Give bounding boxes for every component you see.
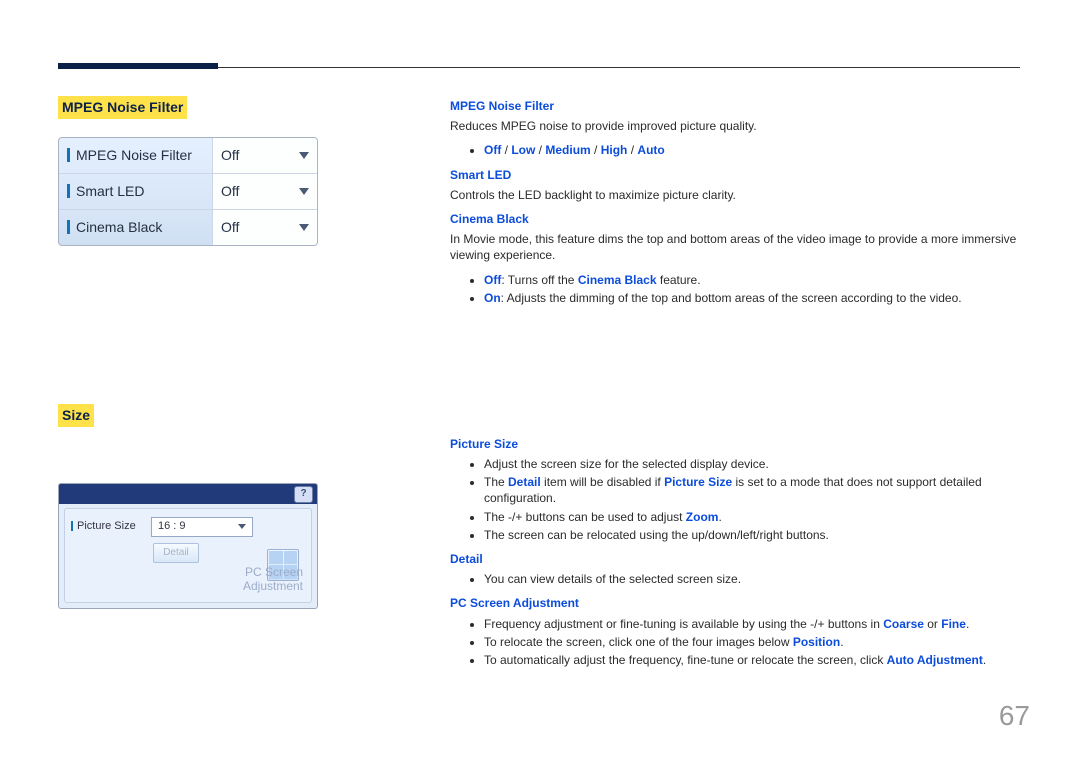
- header-accent: [58, 63, 218, 69]
- pc-screen-adjustment-label: PC ScreenAdjustment: [243, 565, 303, 594]
- body-text: Controls the LED backlight to maximize p…: [450, 187, 1020, 203]
- osd-panel-size: ? Picture Size 16 : 9 Detail PC ScreenAd…: [58, 483, 318, 609]
- options-list: Off / Low / Medium / High / Auto: [450, 142, 1020, 158]
- section-heading-size: Size: [58, 404, 94, 427]
- heading-smart-led: Smart LED: [450, 167, 1020, 183]
- help-icon[interactable]: ?: [294, 486, 313, 503]
- mpeg-noise-filter-dropdown[interactable]: Off: [212, 138, 317, 173]
- list-item: To relocate the screen, click one of the…: [484, 634, 1020, 650]
- osd-row: MPEG Noise Filter Off: [59, 138, 317, 173]
- indicator-icon: [67, 184, 70, 198]
- chevron-down-icon: [299, 188, 309, 195]
- chevron-down-icon: [299, 224, 309, 231]
- right-column: MPEG Noise Filter Reduces MPEG noise to …: [450, 58, 1020, 676]
- bullet-list: Frequency adjustment or fine-tuning is a…: [450, 616, 1020, 669]
- section-heading-mpeg: MPEG Noise Filter: [58, 96, 187, 119]
- chevron-down-icon: [299, 152, 309, 159]
- heading-mpeg-noise-filter: MPEG Noise Filter: [450, 98, 1020, 114]
- list-item: Off: Turns off the Cinema Black feature.: [484, 272, 1020, 288]
- detail-button[interactable]: Detail: [153, 543, 199, 563]
- list-item: Frequency adjustment or fine-tuning is a…: [484, 616, 1020, 632]
- list-item: The -/+ buttons can be used to adjust Zo…: [484, 509, 1020, 525]
- bullet-list: You can view details of the selected scr…: [450, 571, 1020, 587]
- osd-row-label: Smart LED: [59, 174, 212, 209]
- osd-row-label: Cinema Black: [59, 210, 212, 245]
- osd-panel-mpeg: MPEG Noise Filter Off Smart LED Off Cine…: [58, 137, 318, 246]
- indicator-icon: [71, 521, 73, 531]
- cinema-black-dropdown[interactable]: Off: [212, 210, 317, 245]
- options-list: Off: Turns off the Cinema Black feature.…: [450, 272, 1020, 306]
- page-number: 67: [999, 697, 1030, 735]
- picture-size-dropdown[interactable]: 16 : 9: [151, 517, 253, 537]
- body-text: Reduces MPEG noise to provide improved p…: [450, 118, 1020, 134]
- list-item: To automatically adjust the frequency, f…: [484, 652, 1020, 668]
- bullet-list: Adjust the screen size for the selected …: [450, 456, 1020, 543]
- left-column: MPEG Noise Filter MPEG Noise Filter Off …: [58, 58, 378, 609]
- osd-row: Cinema Black Off: [59, 209, 317, 245]
- heading-cinema-black: Cinema Black: [450, 211, 1020, 227]
- smart-led-dropdown[interactable]: Off: [212, 174, 317, 209]
- list-item: On: Adjusts the dimming of the top and b…: [484, 290, 1020, 306]
- list-item: The Detail item will be disabled if Pict…: [484, 474, 1020, 506]
- osd-row-label: MPEG Noise Filter: [59, 138, 212, 173]
- heading-pc-screen-adjustment: PC Screen Adjustment: [450, 595, 1020, 611]
- chevron-down-icon: [238, 524, 246, 529]
- osd-row: Smart LED Off: [59, 173, 317, 209]
- heading-picture-size: Picture Size: [450, 436, 1020, 452]
- indicator-icon: [67, 148, 70, 162]
- body-text: In Movie mode, this feature dims the top…: [450, 231, 1020, 263]
- list-item: The screen can be relocated using the up…: [484, 527, 1020, 543]
- list-item: You can view details of the selected scr…: [484, 571, 1020, 587]
- page-content: MPEG Noise Filter MPEG Noise Filter Off …: [0, 0, 1080, 676]
- option-values: Off / Low / Medium / High / Auto: [484, 142, 1020, 158]
- list-item: Adjust the screen size for the selected …: [484, 456, 1020, 472]
- picture-size-label: Picture Size: [71, 519, 151, 534]
- heading-detail: Detail: [450, 551, 1020, 567]
- indicator-icon: [67, 220, 70, 234]
